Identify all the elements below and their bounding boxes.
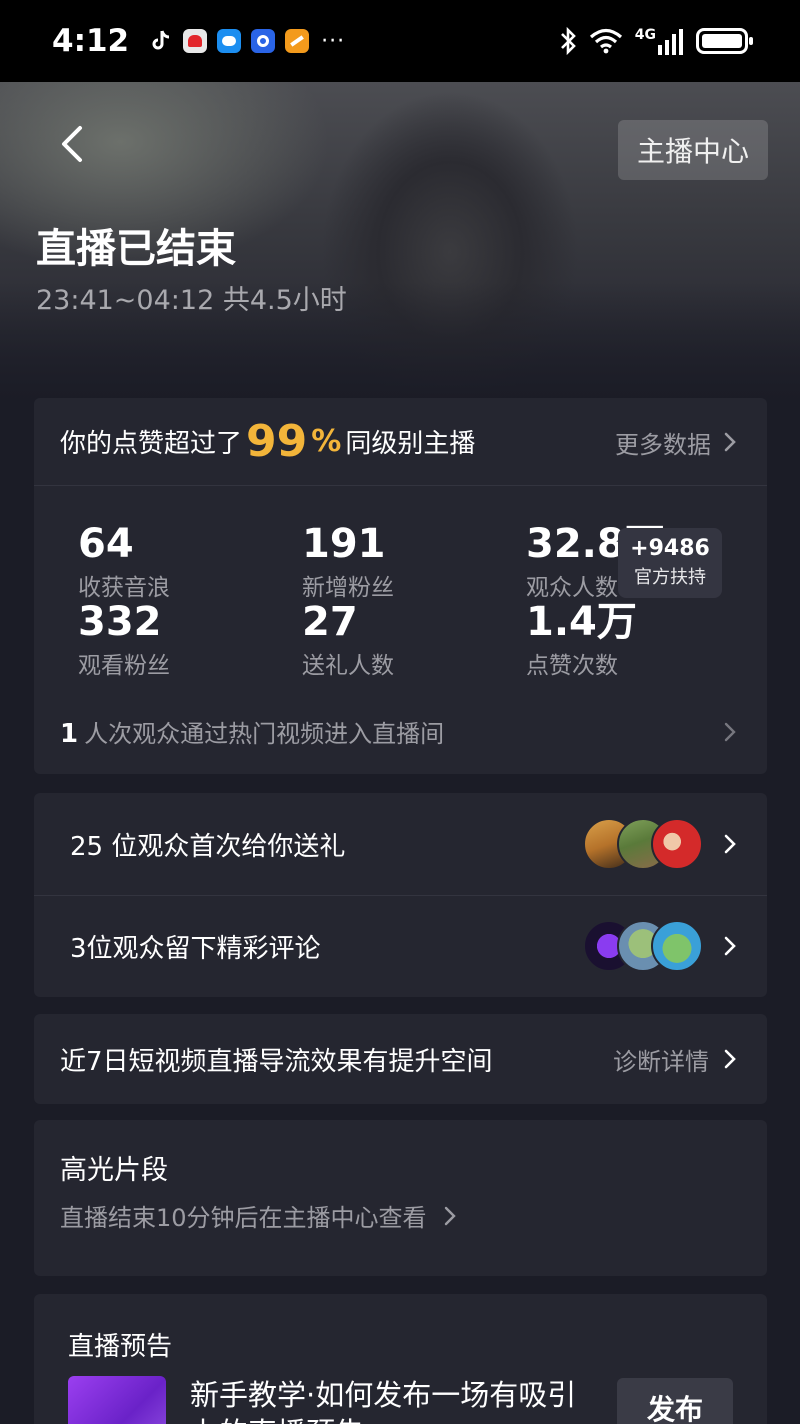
traffic-diagnosis-card[interactable]: 近7日短视频直播导流效果有提升空间 诊断详情 xyxy=(34,1014,767,1104)
hot-text: 人次观众通过热门视频进入直播间 xyxy=(84,720,445,748)
likes-rank-lead: 你的点赞超过了 xyxy=(60,429,243,459)
stats-card: 你的点赞超过了 99 % 同级别主播 更多数据 64 收获音浪 191 新增粉丝… xyxy=(34,398,767,774)
first-gift-row[interactable]: 25 位观众首次给你送礼 xyxy=(34,793,767,895)
app-orange-icon xyxy=(285,29,310,53)
more-data-link[interactable]: 更多数据 xyxy=(615,398,737,486)
live-cover-header: 主播中心 直播已结束 23:41~04:12 共4.5小时 xyxy=(0,82,800,402)
app-red-icon xyxy=(183,29,208,53)
first-gift-text: 25 位观众首次给你送礼 xyxy=(70,831,346,862)
battery-icon xyxy=(696,28,753,54)
live-duration: 23:41~04:12 共4.5小时 xyxy=(36,285,347,316)
hot-video-entry-row[interactable]: 1 人次观众通过热门视频进入直播间 xyxy=(60,714,737,749)
stat-gifters[interactable]: 27 送礼人数 xyxy=(302,600,394,680)
chevron-right-icon xyxy=(724,1049,736,1069)
more-data-label: 更多数据 xyxy=(615,430,711,459)
wifi-icon xyxy=(589,28,622,54)
comments-text: 3位观众留下精彩评论 xyxy=(70,933,321,964)
support-value: +9486 xyxy=(630,536,710,561)
preview-tutorial-text[interactable]: 新手教学·如何发布一场有吸引力的直播预告 xyxy=(190,1376,590,1424)
bluetooth-icon xyxy=(560,26,576,56)
chat-icon xyxy=(217,29,242,53)
highlights-subtitle: 直播结束10分钟后在主播中心查看 xyxy=(60,1204,427,1232)
stat-label: 点赞次数 xyxy=(526,653,618,679)
download-icon xyxy=(251,29,276,53)
support-label: 官方扶持 xyxy=(634,567,706,588)
status-time: 4:12 xyxy=(52,23,130,59)
stat-fan-viewers[interactable]: 332 观看粉丝 xyxy=(78,600,170,680)
likes-rank-tail: 同级别主播 xyxy=(345,429,476,459)
anchor-center-button[interactable]: 主播中心 xyxy=(618,120,768,180)
highlights-title: 高光片段 xyxy=(60,1155,168,1186)
official-support-badge: +9486 官方扶持 xyxy=(618,528,722,598)
stat-value: 332 xyxy=(78,599,162,645)
chevron-right-icon xyxy=(724,432,736,452)
chevron-right-icon xyxy=(724,722,736,741)
stat-likes[interactable]: 1.4万 点赞次数 xyxy=(526,600,637,680)
chevron-right-icon xyxy=(444,1206,456,1225)
preview-thumbnail[interactable] xyxy=(68,1376,166,1424)
stat-new-fans[interactable]: 191 新增粉丝 xyxy=(302,522,394,602)
network-type: 4G xyxy=(634,27,656,43)
highlights-link[interactable]: 直播结束10分钟后在主播中心查看 xyxy=(60,1198,457,1233)
stat-value: 191 xyxy=(302,521,386,567)
stat-value: 1.4万 xyxy=(526,599,637,645)
stat-sound-waves[interactable]: 64 收获音浪 xyxy=(78,522,170,602)
stat-value: 64 xyxy=(78,521,134,567)
stat-label: 收获音浪 xyxy=(78,575,170,601)
stat-label: 送礼人数 xyxy=(302,653,394,679)
avatar xyxy=(651,920,703,972)
tiktok-icon xyxy=(149,29,173,53)
likes-rank-percent-sign: % xyxy=(311,424,342,459)
publish-button[interactable]: 发布 xyxy=(617,1378,733,1424)
stat-label: 新增粉丝 xyxy=(302,575,394,601)
chevron-right-icon xyxy=(724,936,736,956)
comments-row[interactable]: 3位观众留下精彩评论 xyxy=(34,895,767,997)
commenter-avatars xyxy=(583,920,705,972)
preview-title: 直播预告 xyxy=(68,1332,173,1362)
live-preview-card: 直播预告 新手教学·如何发布一场有吸引力的直播预告 发布 xyxy=(34,1294,767,1424)
status-bar: 4:12 ··· 4G xyxy=(0,0,800,82)
diagnosis-detail-link[interactable]: 诊断详情 xyxy=(613,1042,709,1077)
chevron-left-icon xyxy=(62,126,82,162)
likes-rank-row: 你的点赞超过了 99 % 同级别主播 更多数据 xyxy=(34,398,767,486)
signal-icon xyxy=(658,29,683,55)
page-title: 直播已结束 xyxy=(36,226,236,272)
stat-value: 27 xyxy=(302,599,358,645)
traffic-diagnosis-text: 近7日短视频直播导流效果有提升空间 xyxy=(60,1046,493,1077)
gifter-avatars xyxy=(583,818,705,870)
chevron-right-icon xyxy=(724,834,736,854)
back-button[interactable] xyxy=(50,122,94,166)
highlights-card: 高光片段 直播结束10分钟后在主播中心查看 xyxy=(34,1120,767,1276)
stat-label: 观看粉丝 xyxy=(78,653,170,679)
likes-rank-percent: 99 xyxy=(246,416,308,467)
avatar xyxy=(651,818,703,870)
more-notifications-icon: ··· xyxy=(321,28,346,54)
hot-count: 1 xyxy=(60,719,79,749)
audience-card: 25 位观众首次给你送礼 3位观众留下精彩评论 xyxy=(34,793,767,997)
